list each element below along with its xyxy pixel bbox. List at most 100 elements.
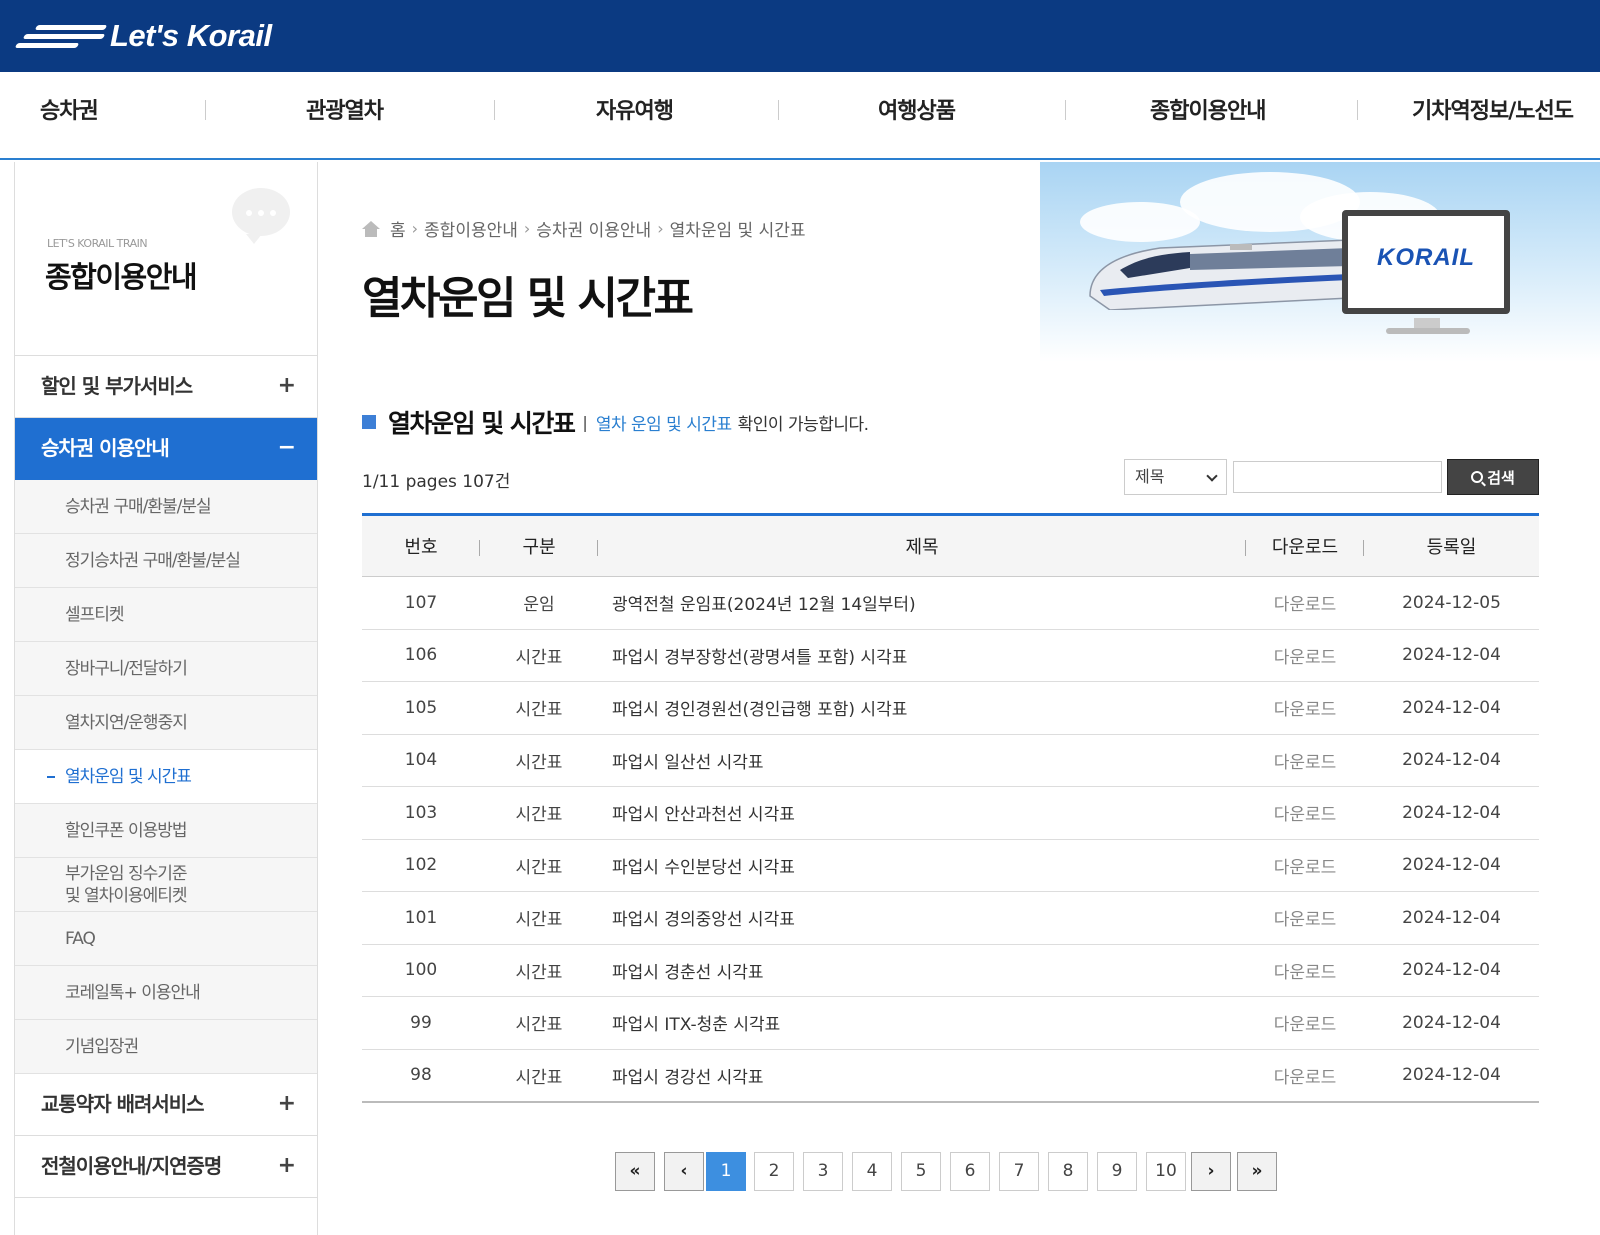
page-button-7[interactable]: 7	[999, 1152, 1039, 1191]
sidebar-item-season-ticket[interactable]: 정기승차권 구매/환불/분실	[15, 534, 317, 588]
sidebar-group-discount[interactable]: 할인 및 부가서비스 +	[15, 356, 317, 418]
page-button-8[interactable]: 8	[1048, 1152, 1088, 1191]
cell-download-link[interactable]: 다운로드	[1246, 576, 1364, 630]
sidebar-group-label: 승차권 이용안내	[41, 436, 170, 460]
table-header-row: 번호 구분 제목 다운로드 등록일	[362, 513, 1539, 577]
sidebar-item-coupon[interactable]: 할인쿠폰 이용방법	[15, 804, 317, 858]
collapse-minus-icon[interactable]: −	[278, 418, 296, 478]
board-table: 번호 구분 제목 다운로드 등록일 107 운임 광역전철 운임표(2024년 12…	[362, 513, 1539, 1103]
sidebar-item-label: 정기승차권 구매/환불/분실	[65, 550, 241, 571]
cell-download-link[interactable]: 다운로드	[1246, 944, 1364, 997]
cell-download-link[interactable]: 다운로드	[1246, 1049, 1364, 1103]
column-header-date: 등록일	[1364, 513, 1539, 577]
expand-plus-icon[interactable]: +	[278, 1136, 296, 1196]
page-button-1[interactable]: 1	[706, 1152, 746, 1191]
korail-logo[interactable]: Let's Korail	[14, 16, 272, 56]
chevron-right-icon: ›	[657, 219, 664, 238]
cell-download-link[interactable]: 다운로드	[1246, 681, 1364, 735]
gnb-item-tour-train[interactable]: 관광열차	[306, 72, 384, 158]
cell-title-link[interactable]: 파업시 안산과천선 시각표	[598, 786, 1246, 840]
sidebar-item-fare-timetable[interactable]: 열차운임 및 시간표	[15, 750, 317, 804]
cell-category: 시간표	[480, 944, 598, 997]
sidebar-item-faq[interactable]: FAQ	[15, 912, 317, 966]
table-row: 102 시간표 파업시 수인분당선 시각표 다운로드 2024-12-04	[362, 839, 1539, 892]
sidebar-item-delay[interactable]: 열차지연/운행중지	[15, 696, 317, 750]
sidebar-item-label: 열차운임 및 시간표	[65, 766, 192, 787]
page-button-4[interactable]: 4	[852, 1152, 892, 1191]
section-heading: 열차운임 및 시간표	[388, 409, 576, 438]
cell-category: 시간표	[480, 891, 598, 945]
breadcrumb-item[interactable]: 승차권 이용안내	[536, 216, 651, 241]
cell-download-link[interactable]: 다운로드	[1246, 839, 1364, 892]
column-header-title: 제목	[598, 513, 1246, 577]
cell-number: 105	[362, 681, 480, 735]
cell-download-link[interactable]: 다운로드	[1246, 891, 1364, 945]
page-button-6[interactable]: 6	[950, 1152, 990, 1191]
table-row: 106 시간표 파업시 경부장항선(광명셔틀 포함) 시각표 다운로드 2024-12-…	[362, 629, 1539, 682]
gnb-item-ticket[interactable]: 승차권	[40, 72, 99, 158]
search-button[interactable]: 검색	[1447, 459, 1539, 495]
sidebar-item-label: 장바구니/전달하기	[65, 658, 188, 679]
table-row: 104 시간표 파업시 일산선 시각표 다운로드 2024-12-04	[362, 734, 1539, 787]
cell-download-link[interactable]: 다운로드	[1246, 996, 1364, 1050]
sidebar-title: 종합이용안내	[45, 260, 198, 294]
first-page-button[interactable]: «	[615, 1152, 655, 1191]
cell-title-link[interactable]: 파업시 수인분당선 시각표	[598, 839, 1246, 892]
chevron-right-icon: ›	[523, 219, 531, 238]
global-nav: 승차권 관광열차 자유여행 여행상품 종합이용안내 기차역정보/노선도	[0, 72, 1600, 160]
next-page-button[interactable]: ›	[1191, 1152, 1231, 1191]
cell-title-link[interactable]: 파업시 경춘선 시각표	[598, 944, 1246, 997]
sidebar-item-self-ticket[interactable]: 셀프티켓	[15, 588, 317, 642]
gnb-item-station-info[interactable]: 기차역정보/노선도	[1412, 72, 1574, 158]
cell-title-link[interactable]: 파업시 ITX-청춘 시각표	[598, 996, 1246, 1050]
sidebar-item-label: 기념입장권	[65, 1036, 139, 1057]
sidebar-group-metro[interactable]: 전철이용안내/지연증명 +	[15, 1136, 317, 1198]
breadcrumb-home[interactable]: 홈	[390, 216, 406, 241]
cell-title-link[interactable]: 파업시 경강선 시각표	[598, 1049, 1246, 1103]
sidebar-item-cart[interactable]: 장바구니/전달하기	[15, 642, 317, 696]
search-field-select[interactable]: 제목	[1124, 459, 1227, 495]
gnb-item-free-travel[interactable]: 자유여행	[596, 72, 674, 158]
cell-date: 2024-12-04	[1364, 629, 1539, 682]
cell-category: 시간표	[480, 786, 598, 840]
prev-page-button[interactable]: ‹	[664, 1152, 704, 1191]
cell-download-link[interactable]: 다운로드	[1246, 786, 1364, 840]
home-icon[interactable]	[362, 220, 380, 237]
gnb-item-travel-product[interactable]: 여행상품	[878, 72, 956, 158]
cell-date: 2024-12-04	[1364, 734, 1539, 787]
cell-number: 102	[362, 839, 480, 892]
cell-download-link[interactable]: 다운로드	[1246, 629, 1364, 682]
sidebar-group-accessibility[interactable]: 교통약자 배려서비스 +	[15, 1074, 317, 1136]
expand-plus-icon[interactable]: +	[278, 356, 296, 416]
page-button-10[interactable]: 10	[1146, 1152, 1186, 1191]
sidebar-item-purchase-refund[interactable]: 승차권 구매/환불/분실	[15, 480, 317, 534]
sidebar-item-platform-ticket[interactable]: 기념입장권	[15, 1020, 317, 1074]
cell-title-link[interactable]: 파업시 경인경원선(경인급행 포함) 시각표	[598, 681, 1246, 735]
page-button-5[interactable]: 5	[901, 1152, 941, 1191]
table-row: 103 시간표 파업시 안산과천선 시각표 다운로드 2024-12-04	[362, 786, 1539, 840]
page-button-2[interactable]: 2	[754, 1152, 794, 1191]
expand-plus-icon[interactable]: +	[278, 1074, 296, 1134]
cell-category: 시간표	[480, 839, 598, 892]
cell-date: 2024-12-04	[1364, 681, 1539, 735]
cell-title-link[interactable]: 파업시 경의중앙선 시각표	[598, 891, 1246, 945]
cell-title-link[interactable]: 광역전철 운임표(2024년 12월 14일부터)	[598, 576, 1246, 630]
cell-number: 101	[362, 891, 480, 945]
last-page-button[interactable]: »	[1237, 1152, 1277, 1191]
cell-title-link[interactable]: 파업시 일산선 시각표	[598, 734, 1246, 787]
breadcrumb-item[interactable]: 종합이용안내	[424, 216, 518, 241]
cell-date: 2024-12-05	[1364, 576, 1539, 630]
page-button-3[interactable]: 3	[803, 1152, 843, 1191]
hero-banner: KORAIL	[1040, 162, 1600, 362]
search-input[interactable]	[1233, 461, 1442, 493]
cell-download-link[interactable]: 다운로드	[1246, 734, 1364, 787]
gnb-item-guide[interactable]: 종합이용안내	[1150, 72, 1266, 158]
section-link: 열차 운임 및 시간표	[595, 414, 732, 435]
sidebar-item-label: 코레일톡+ 이용안내	[65, 982, 201, 1003]
gnb-divider	[205, 100, 206, 120]
sidebar-item-extra-fare[interactable]: 부가운임 징수기준 및 열차이용에티켓	[15, 858, 317, 912]
cell-title-link[interactable]: 파업시 경부장항선(광명셔틀 포함) 시각표	[598, 629, 1246, 682]
sidebar-item-korail-talk[interactable]: 코레일톡+ 이용안내	[15, 966, 317, 1020]
sidebar-group-ticket-guide[interactable]: 승차권 이용안내 −	[15, 418, 317, 480]
page-button-9[interactable]: 9	[1097, 1152, 1137, 1191]
